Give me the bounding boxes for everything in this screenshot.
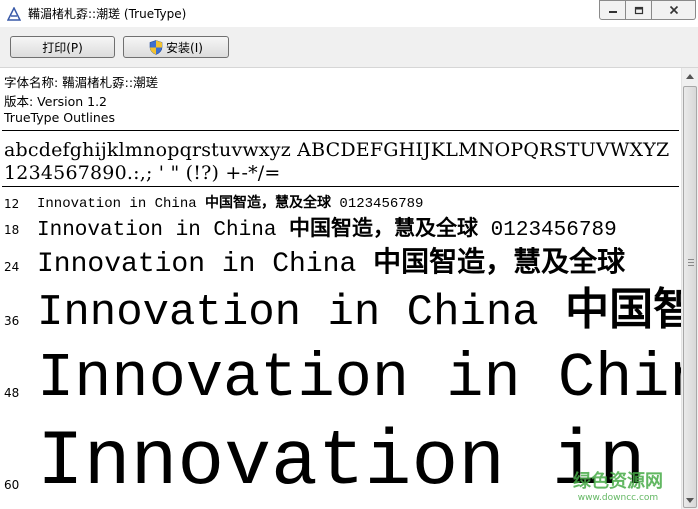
- sample-line: Innovation in China 中国智: [37, 288, 681, 338]
- sample-latin: Innovation in China: [37, 288, 566, 338]
- sample-size-label: 24: [4, 260, 20, 274]
- font-outline-line: TrueType Outlines: [4, 110, 115, 125]
- maximize-button[interactable]: [626, 0, 652, 20]
- watermark-url: www.downcc.com: [577, 493, 659, 503]
- maximize-icon: [634, 6, 643, 14]
- install-button-label: 安装(I): [166, 40, 203, 55]
- sample-latin: Innovation in China: [37, 343, 681, 414]
- scrollbar-thumb[interactable]: [683, 86, 697, 508]
- font-version-line: 版本: Version 1.2: [4, 94, 108, 109]
- sample-size-label: 36: [4, 314, 20, 328]
- sample-latin: Innovation in China: [37, 249, 374, 280]
- font-preview-area: 字体名称: 鞴湄楮札孬::潮瑳 版本: Version 1.2 TrueType…: [0, 68, 681, 509]
- sample-size-label: 18: [4, 223, 20, 237]
- divider: [2, 130, 679, 131]
- sample-cjk: 中国智: [565, 284, 681, 335]
- print-button-label: 打印(P): [42, 40, 83, 55]
- print-button[interactable]: 打印(P): [10, 36, 115, 58]
- scrollbar-grip: [688, 262, 694, 263]
- font-viewer-icon: [6, 6, 22, 22]
- minimize-button[interactable]: [599, 0, 626, 20]
- vertical-scrollbar[interactable]: [681, 68, 698, 509]
- uac-shield-icon: [149, 39, 163, 55]
- scroll-down-icon: [686, 498, 694, 503]
- window-controls: [599, 0, 696, 20]
- sample-digits: 0123456789: [478, 219, 617, 242]
- sample-latin: Innovation in China: [37, 219, 290, 242]
- sample-line: Innovation in China 中国智造，慧及全球 0123456789: [37, 196, 423, 211]
- charset-letters: abcdefghijklmnopqrstuvwxyz ABCDEFGHIJKLM…: [4, 139, 670, 161]
- title-bar: 鞴湄楮札孬::潮瑳 (TrueType): [0, 0, 698, 27]
- install-button[interactable]: 安装(I): [123, 36, 229, 58]
- charset-digits-symbols: 1234567890.:,; ' " (!?) +-*/=: [4, 162, 281, 184]
- sample-cjk: 中国智造，慧及全球: [289, 215, 479, 240]
- watermark-text: 绿色资源网: [573, 471, 663, 492]
- close-button[interactable]: [652, 0, 696, 20]
- sample-line: Innovation in China 中国智造，慧及全球: [37, 248, 625, 279]
- sample-digits: 0123456789: [331, 196, 424, 212]
- scrollbar-grip: [688, 259, 694, 260]
- sample-cjk: 中国智造，慧及全球: [373, 245, 626, 278]
- scroll-up-icon: [686, 74, 694, 79]
- sample-latin: Innovation in China: [37, 196, 206, 212]
- sample-size-label: 60: [4, 478, 20, 492]
- scroll-down-button[interactable]: [682, 492, 698, 509]
- toolbar: 打印(P) 安装(I): [0, 27, 698, 68]
- sample-line: Innovation in China: [37, 348, 681, 410]
- sample-size-label: 48: [4, 386, 20, 400]
- scroll-up-button[interactable]: [682, 68, 698, 85]
- sample-cjk: 中国智造，慧及全球: [205, 195, 332, 211]
- divider: [2, 186, 679, 187]
- font-name-line: 字体名称: 鞴湄楮札孬::潮瑳: [4, 75, 159, 90]
- sample-line: Innovation in China 中国智造，慧及全球 0123456789: [37, 217, 617, 241]
- watermark: 绿色资源网 www.downcc.com: [573, 467, 663, 503]
- minimize-icon: [608, 11, 617, 13]
- scrollbar-grip: [688, 265, 694, 266]
- sample-size-label: 12: [4, 197, 20, 211]
- window-title: 鞴湄楮札孬::潮瑳 (TrueType): [28, 7, 187, 21]
- close-icon: [669, 5, 678, 15]
